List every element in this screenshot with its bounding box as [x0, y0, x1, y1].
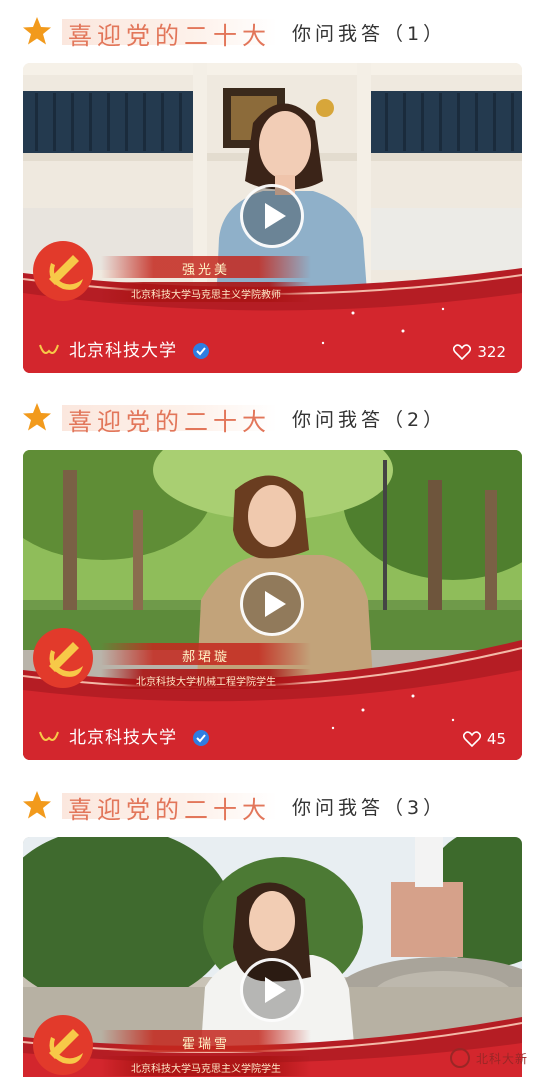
- star-icon: [23, 403, 51, 431]
- heart-icon: [462, 731, 481, 748]
- section-title: 喜迎党的二十大: [68, 408, 271, 436]
- video-card[interactable]: 郝珺璇 北京科技大学机械工程学院学生 北京科技大学 45: [23, 450, 522, 760]
- person-org: 北京科技大学机械工程学院学生: [136, 677, 276, 688]
- card-footer: 北京科技大学 322: [23, 329, 522, 373]
- person-org: 北京科技大学马克思主义学院学生: [131, 1064, 281, 1075]
- star-icon: [23, 17, 51, 45]
- section-subtitle: 你问我答（1）: [292, 23, 447, 45]
- like-count: 322: [477, 343, 506, 361]
- person-org: 北京科技大学马克思主义学院教师: [131, 290, 281, 301]
- watermark-text: 北科大新: [476, 1052, 529, 1066]
- party-emblem-icon: [33, 241, 93, 301]
- account-name[interactable]: 北京科技大学: [69, 336, 177, 361]
- card-footer: 北京科技大学 45: [23, 716, 522, 760]
- section-subtitle: 你问我答（3）: [292, 797, 447, 819]
- party-emblem-icon: [33, 628, 93, 688]
- university-seal-icon: [450, 1048, 470, 1068]
- video-card[interactable]: 强光美 北京科技大学马克思主义学院教师 北京科技大学 322: [23, 63, 522, 373]
- like-count: 45: [486, 730, 506, 748]
- person-name: 强光美: [181, 263, 230, 278]
- ustb-logo-icon: [39, 344, 59, 354]
- party-emblem-icon: [33, 1015, 93, 1075]
- watermark: 北科大新: [450, 1046, 542, 1072]
- like-button[interactable]: 45: [462, 730, 506, 748]
- section-header: 喜迎党的二十大 你问我答（2）: [0, 396, 550, 436]
- account-name[interactable]: 北京科技大学: [69, 723, 177, 748]
- ustb-logo-icon: [39, 731, 59, 741]
- section-header: 喜迎党的二十大 你问我答（3）: [0, 784, 550, 824]
- section-subtitle: 你问我答（2）: [292, 409, 447, 431]
- section-title: 喜迎党的二十大: [68, 22, 271, 50]
- like-button[interactable]: 322: [453, 343, 506, 361]
- section-header: 喜迎党的二十大 你问我答（1）: [0, 10, 550, 50]
- person-name: 霍瑞雪: [181, 1037, 230, 1052]
- star-icon: [23, 791, 51, 819]
- section-title: 喜迎党的二十大: [68, 796, 271, 824]
- verified-badge-icon: [193, 730, 209, 746]
- video-card[interactable]: 霍瑞雪 北京科技大学马克思主义学院学生: [23, 837, 522, 1077]
- verified-badge-icon: [193, 343, 209, 359]
- heart-icon: [453, 344, 472, 361]
- person-name: 郝珺璇: [181, 650, 230, 665]
